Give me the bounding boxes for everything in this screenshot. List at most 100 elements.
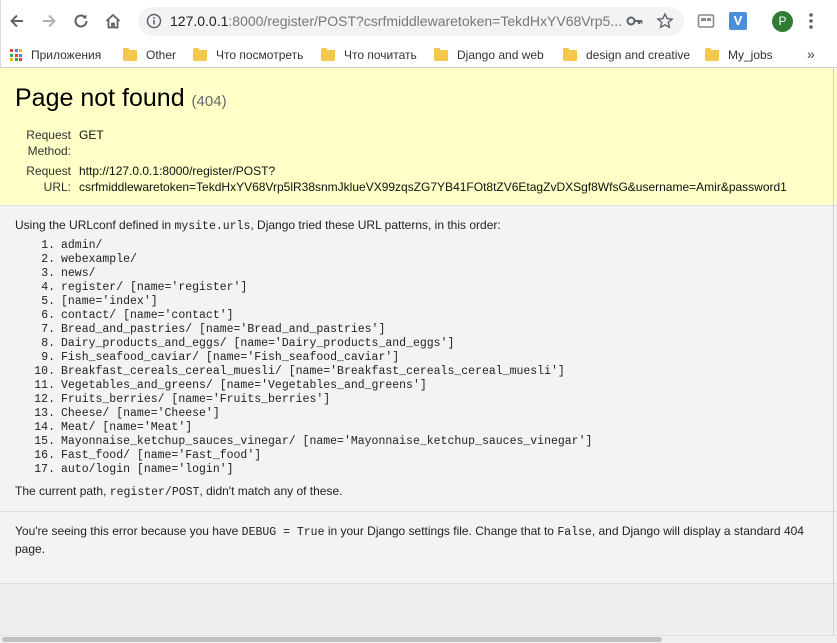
url-pattern-number: 7.: [41, 323, 55, 336]
url-pattern-text: Breakfast_cereals_cereal_muesli/ [name='…: [61, 365, 565, 378]
url-pattern-text: Cheese/ [name='Cheese']: [61, 407, 220, 420]
url-pattern-text: news/: [61, 267, 96, 280]
request-url-label-line1: Request: [26, 164, 71, 178]
url-pattern-item: 3. news/: [15, 267, 837, 281]
profile-avatar[interactable]: P: [772, 11, 793, 32]
browser-toolbar: 127.0.0.1:8000/register/POST?csrfmiddlew…: [0, 0, 837, 42]
request-url-value-line1: http://127.0.0.1:8000/register/POST?: [79, 164, 276, 178]
url-pattern-number: 16.: [34, 449, 55, 462]
url-pattern-number: 4.: [41, 281, 55, 294]
url-pattern-number: 13.: [34, 407, 55, 420]
arrow-right-icon: [43, 14, 56, 28]
cast-extension-icon[interactable]: [697, 12, 715, 35]
url-pattern-item: 8. Dairy_products_and_eggs/ [name='Dairy_…: [15, 337, 837, 351]
bookmark-apps[interactable]: Приложения: [10, 46, 101, 64]
bookmark-star-icon[interactable]: [656, 12, 674, 35]
url-pattern-number: 9.: [41, 351, 55, 364]
horizontal-scrollbar-thumb[interactable]: [2, 637, 662, 642]
url-pattern-number: 3.: [41, 267, 55, 280]
url-pattern-text: Meat/ [name='Meat']: [61, 421, 193, 434]
current-path: register/POST: [109, 486, 200, 499]
url-pattern-item: 14. Meat/ [name='Meat']: [15, 421, 837, 435]
request-method-label-line2: Method:: [27, 144, 71, 158]
bookmark-label: Что посмотреть: [216, 48, 304, 62]
url-pattern-number: 14.: [34, 421, 55, 434]
url-pattern-text: Fish_seafood_caviar/ [name='Fish_seafood…: [61, 351, 400, 364]
url-text[interactable]: 127.0.0.1:8000/register/POST?csrfmiddlew…: [170, 13, 622, 30]
url-pattern-text: Fast_food/ [name='Fast_food']: [61, 449, 262, 462]
key-icon[interactable]: [626, 13, 644, 34]
folder-icon: [193, 47, 207, 61]
page-content: Page not found (404) Request Method: GET…: [0, 68, 837, 643]
url-pattern-text: Mayonnaise_ketchup_sauces_vinegar/ [name…: [61, 435, 593, 448]
url-pattern-item: 4. register/ [name='register']: [15, 281, 837, 295]
forward-button[interactable]: [37, 9, 61, 33]
url-pattern-item: 13. Cheese/ [name='Cheese']: [15, 407, 837, 421]
bookmark-my-jobs[interactable]: My_jobs: [705, 46, 773, 64]
urlconf-intro-text: Using the URLconf defined in: [15, 218, 175, 232]
url-pattern-list: 1. admin/2. webexample/3. news/4. register/ …: [15, 239, 837, 477]
bookmark-label: design and creative: [586, 48, 691, 62]
bookmark-label: Django and web: [457, 48, 544, 62]
folder-icon: [563, 47, 577, 61]
url-pattern-item: 6. contact/ [name='contact']: [15, 309, 837, 323]
url-path: :8000/register/POST?csrfmiddlewaretoken=…: [228, 13, 622, 29]
apps-grid-icon: [10, 49, 22, 61]
url-pattern-text: Bread_and_pastries/ [name='Bread_and_pas…: [61, 323, 386, 336]
urlconf-intro: Using the URLconf defined in mysite.urls…: [15, 218, 837, 233]
url-pattern-item: 15. Mayonnaise_ketchup_sauces_vinegar/ [n…: [15, 435, 837, 449]
url-pattern-text: Fruits_berries/ [name='Fruits_berries']: [61, 393, 331, 406]
url-pattern-number: 17.: [34, 463, 55, 476]
url-pattern-number: 10.: [34, 365, 55, 378]
url-pattern-text: Vegetables_and_greens/ [name='Vegetables…: [61, 379, 427, 392]
bookmark-other[interactable]: Other: [123, 46, 176, 64]
url-pattern-text: contact/ [name='contact']: [61, 309, 234, 322]
url-pattern-item: 9. Fish_seafood_caviar/ [name='Fish_seafo…: [15, 351, 837, 365]
current-path-text-2: , didn't match any of these.: [199, 484, 343, 498]
bookmark-design-and-creative[interactable]: design and creative: [563, 46, 690, 64]
reload-icon: [74, 14, 88, 28]
arrow-left-icon: [10, 14, 23, 28]
url-pattern-text: admin/: [61, 239, 103, 252]
url-pattern-item: 12. Fruits_berries/ [name='Fruits_berries…: [15, 393, 837, 407]
url-pattern-number: 1.: [41, 239, 55, 252]
menu-dots-icon[interactable]: [808, 12, 814, 35]
url-pattern-item: 5. [name='index']: [15, 295, 837, 309]
bookmarks-bar: Приложения Other Что посмотреть Что почи…: [0, 42, 837, 68]
address-bar[interactable]: 127.0.0.1:8000/register/POST?csrfmiddlew…: [138, 7, 684, 36]
bookmark-chto-pochitat[interactable]: Что почитать: [321, 46, 417, 64]
url-pattern-number: 6.: [41, 309, 55, 322]
bookmark-label: Other: [146, 48, 177, 62]
folder-icon: [434, 47, 448, 61]
url-pattern-item: 10. Breakfast_cereals_cereal_muesli/ [nam…: [15, 365, 837, 379]
url-host: 127.0.0.1: [170, 13, 229, 29]
bookmark-django-and-web[interactable]: Django and web: [434, 46, 544, 64]
url-pattern-item: 17. auto/login [name='login']: [15, 463, 837, 477]
request-url-value-line2: csrfmiddlewaretoken=TekdHxYV68Vrp5lR38sn…: [79, 180, 787, 194]
urlconf-intro-text-2: , Django tried these URL patterns, in th…: [250, 218, 501, 232]
bookmark-chto-posmotret[interactable]: Что посмотреть: [193, 46, 303, 64]
page-title: Page not found (404): [15, 82, 837, 118]
bookmarks-overflow-button[interactable]: »: [807, 46, 815, 62]
explanation-text-2: in your Django settings file. Change tha…: [324, 524, 558, 538]
request-method-label-line1: Request: [26, 128, 71, 142]
v-extension-icon[interactable]: V: [729, 12, 747, 30]
bookmark-label: My_jobs: [728, 48, 773, 62]
url-pattern-item: 11. Vegetables_and_greens/ [name='Vegetab…: [15, 379, 837, 393]
horizontal-scrollbar[interactable]: [0, 635, 837, 643]
reload-button[interactable]: [69, 9, 93, 33]
folder-icon: [705, 47, 719, 61]
bookmark-label: Что почитать: [344, 48, 417, 62]
debug-explanation: You're seeing this error because you hav…: [0, 511, 837, 584]
explanation-text: You're seeing this error because you hav…: [15, 524, 242, 538]
current-path-text: The current path,: [15, 484, 110, 498]
url-pattern-number: 5.: [41, 295, 55, 308]
back-button[interactable]: [5, 9, 29, 33]
url-pattern-number: 12.: [34, 393, 55, 406]
url-pattern-number: 2.: [41, 253, 55, 266]
debug-setting: DEBUG = True: [241, 526, 325, 539]
info-icon[interactable]: [146, 13, 162, 34]
folder-icon: [321, 47, 335, 61]
home-button[interactable]: [101, 9, 125, 33]
url-pattern-text: webexample/: [61, 253, 137, 266]
